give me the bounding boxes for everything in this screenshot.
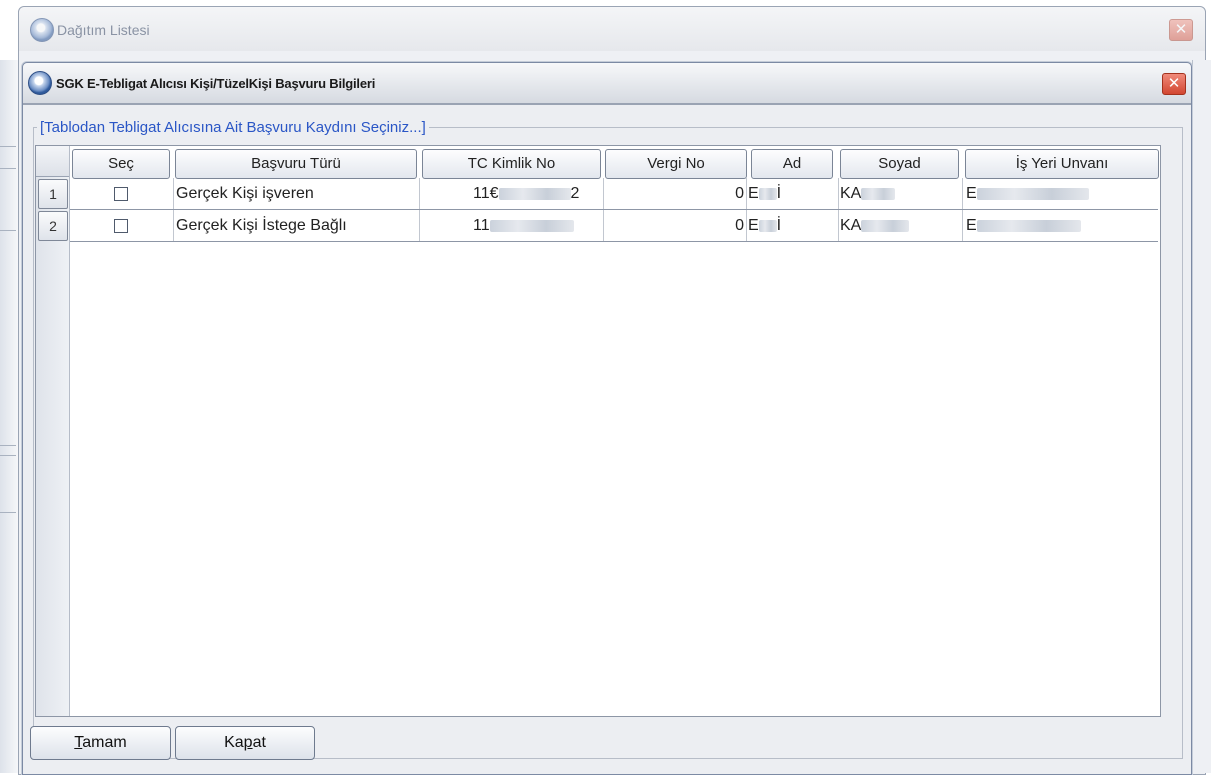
column-header-vergi-no[interactable]: Vergi No — [605, 149, 747, 179]
redacted-region — [861, 187, 896, 200]
vergi-no-cell: 0 — [605, 210, 747, 241]
close-button[interactable]: Kapat — [175, 726, 315, 760]
tc-kimlik-suffix: 2 — [570, 185, 580, 202]
unvan-prefix: E — [966, 185, 977, 202]
column-header-ad[interactable]: Ad — [751, 149, 833, 179]
row-number[interactable]: 1 — [38, 179, 68, 209]
tc-kimlik-prefix: 11 — [473, 217, 490, 234]
dialog-close-button[interactable]: ✕ — [1162, 73, 1186, 95]
soyad-cell: KA — [839, 210, 963, 241]
redacted-region — [758, 187, 777, 200]
background-window-titlebar: Dağıtım Listesi ✕ — [19, 7, 1205, 51]
background-window-edge — [0, 60, 18, 773]
dialog-titlebar[interactable]: SGK E-Tebligat Alıcısı Kişi/TüzelKişi Ba… — [23, 63, 1191, 105]
column-header-is-yeri-unvani[interactable]: İş Yeri Unvanı — [965, 149, 1159, 179]
ok-button[interactable]: Tamam — [30, 726, 171, 760]
groupbox-label: [Tablodan Tebligat Alıcısına Ait Başvuru… — [37, 119, 429, 136]
background-window-right-edge — [1192, 60, 1211, 773]
ad-cell: Eİ — [748, 210, 839, 241]
basvuru-turu-cell: Gerçek Kişi İstege Bağlı — [174, 210, 420, 241]
ad-cell: Eİ — [748, 178, 839, 209]
unvan-prefix: E — [966, 217, 977, 234]
select-cell — [70, 178, 174, 209]
column-header-basvuru-turu[interactable]: Başvuru Türü — [175, 149, 417, 179]
redacted-region — [498, 187, 571, 200]
basvuru-turu-cell: Gerçek Kişi işveren — [174, 178, 420, 209]
column-header-tc-kimlik-no[interactable]: TC Kimlik No — [422, 149, 601, 179]
row-select-checkbox[interactable] — [114, 187, 128, 201]
redacted-region — [758, 219, 777, 232]
close-label-end: at — [252, 734, 266, 751]
app-logo-icon — [28, 71, 52, 95]
redacted-region — [976, 187, 1089, 200]
redacted-region — [861, 219, 910, 232]
column-header-soyad[interactable]: Soyad — [840, 149, 959, 179]
background-close-button[interactable]: ✕ — [1169, 19, 1193, 41]
application-dialog: SGK E-Tebligat Alıcısı Kişi/TüzelKişi Ba… — [22, 62, 1192, 775]
row-number[interactable]: 2 — [38, 211, 68, 241]
close-mnemonic: p — [243, 734, 253, 751]
applications-table[interactable]: Seç Başvuru Türü TC Kimlik No Vergi No A… — [35, 145, 1161, 717]
close-label-start: Ka — [224, 734, 244, 751]
table-row[interactable]: Gerçek Kişi işveren 11€ 2 0 Eİ KA E — [70, 178, 1158, 210]
app-logo-icon — [30, 18, 54, 42]
table-row[interactable]: Gerçek Kişi İstege Bağlı 11 0 Eİ KA E — [70, 210, 1158, 242]
column-header-sec[interactable]: Seç — [72, 149, 170, 179]
tc-kimlik-prefix: 11€ — [473, 185, 499, 202]
ad-suffix: İ — [776, 185, 782, 202]
ad-prefix: E — [748, 217, 759, 234]
row-select-checkbox[interactable] — [114, 219, 128, 233]
ad-suffix: İ — [776, 217, 782, 234]
redacted-region — [976, 219, 1081, 232]
soyad-prefix: KA — [840, 217, 862, 234]
tc-kimlik-no-cell: 11€ 2 — [421, 178, 604, 209]
background-window-title: Dağıtım Listesi — [57, 22, 150, 38]
soyad-prefix: KA — [840, 185, 862, 202]
ok-label: amam — [82, 734, 127, 751]
is-yeri-unvani-cell: E — [964, 210, 1158, 241]
table-corner — [36, 146, 69, 177]
is-yeri-unvani-cell: E — [964, 178, 1158, 209]
dialog-title: SGK E-Tebligat Alıcısı Kişi/TüzelKişi Ba… — [56, 76, 376, 91]
tc-kimlik-no-cell: 11 — [421, 210, 604, 241]
soyad-cell: KA — [839, 178, 963, 209]
redacted-region — [489, 219, 574, 232]
select-cell — [70, 210, 174, 241]
vergi-no-cell: 0 — [605, 178, 747, 209]
ad-prefix: E — [748, 185, 759, 202]
